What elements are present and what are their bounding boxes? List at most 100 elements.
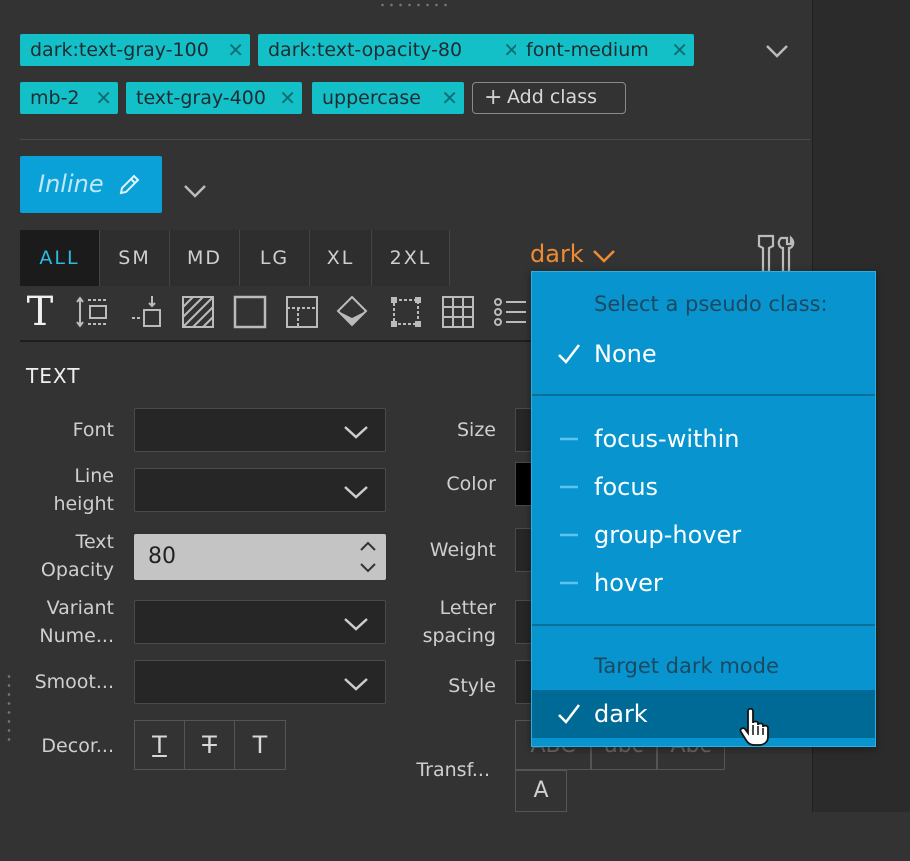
class-tag[interactable]: font-medium ✕: [516, 34, 694, 66]
option-label: focus-within: [594, 425, 740, 453]
option-label: focus: [594, 473, 659, 501]
line-through-button[interactable]: T: [185, 721, 235, 769]
breakpoint-tabs: ALL SM MD LG XL 2XL: [20, 230, 450, 286]
transform-label: Transf...: [416, 759, 490, 781]
pseudo-option-dark[interactable]: dark: [532, 690, 875, 738]
variant-numeric-label-2: Nume...: [39, 625, 114, 647]
plus-icon: +: [484, 85, 503, 110]
smoothing-select[interactable]: [134, 660, 386, 704]
font-select[interactable]: [134, 408, 386, 452]
close-icon[interactable]: ✕: [279, 82, 296, 114]
border-icon[interactable]: [230, 290, 270, 334]
line-height-select[interactable]: [134, 468, 386, 512]
pseudo-option-focus[interactable]: focus: [532, 463, 875, 511]
dark-mode-heading: Target dark mode: [594, 654, 779, 678]
variant-numeric-label-1: Variant: [46, 597, 114, 619]
chevron-down-icon: [344, 426, 368, 439]
add-class-button[interactable]: + Add class: [472, 82, 626, 114]
decoration-label: Decor...: [41, 735, 114, 757]
pseudo-option-focus-within[interactable]: focus-within: [532, 415, 875, 463]
close-icon[interactable]: ✕: [441, 82, 458, 114]
tab-sm[interactable]: SM: [100, 230, 170, 286]
variant-numeric-select[interactable]: [134, 600, 386, 644]
dropdown-heading: Select a pseudo class:: [594, 292, 828, 316]
pseudo-option-group-hover[interactable]: group-hover: [532, 511, 875, 559]
inline-edit-button[interactable]: Inline: [20, 156, 162, 213]
underline-button[interactable]: T: [135, 721, 185, 769]
spacing-icon[interactable]: [72, 290, 112, 334]
text-icon[interactable]: T: [20, 290, 60, 334]
chevron-down-icon: [344, 618, 368, 631]
tools-icon[interactable]: [755, 234, 797, 274]
option-label: hover: [594, 569, 663, 597]
style-label: Style: [448, 675, 496, 697]
tab-lg[interactable]: LG: [240, 230, 310, 286]
font-label: Font: [72, 419, 114, 441]
divider: [532, 394, 875, 396]
list-icon[interactable]: [490, 290, 530, 334]
line-height-label-2: height: [53, 493, 114, 515]
check-icon: [558, 344, 580, 364]
text-opacity-label-2: Opacity: [40, 559, 114, 581]
divider: [532, 624, 875, 626]
pencil-icon: [119, 174, 140, 195]
class-tag-label: mb-2: [30, 87, 80, 109]
pseudo-option-none[interactable]: None: [532, 330, 875, 378]
class-tag-label: text-gray-400: [136, 87, 266, 109]
color-label: Color: [446, 473, 496, 495]
class-tag[interactable]: text-gray-400 ✕: [126, 82, 302, 114]
option-label: None: [594, 340, 657, 368]
section-title: TEXT: [26, 364, 81, 388]
close-icon[interactable]: ✕: [95, 82, 112, 114]
chevron-down-icon: [593, 250, 615, 263]
effects-icon[interactable]: [332, 290, 372, 334]
class-tag[interactable]: dark:text-gray-100 ✕: [20, 34, 250, 66]
tab-2xl[interactable]: 2XL: [372, 230, 450, 286]
class-tag[interactable]: mb-2 ✕: [20, 82, 118, 114]
pseudo-class-dropdown: Select a pseudo class: None focus-within…: [531, 271, 876, 747]
chevron-down-icon[interactable]: [182, 178, 208, 204]
hand-cursor-icon: [739, 707, 769, 746]
close-icon[interactable]: ✕: [227, 34, 244, 66]
option-label: group-hover: [594, 521, 742, 549]
normal-case-button[interactable]: A: [515, 770, 567, 812]
divider: [20, 139, 810, 140]
tab-xl[interactable]: XL: [310, 230, 372, 286]
tab-md[interactable]: MD: [170, 230, 240, 286]
chevron-down-icon[interactable]: [764, 38, 790, 64]
pseudo-option-hover[interactable]: hover: [532, 559, 875, 607]
close-icon[interactable]: ✕: [671, 34, 688, 66]
stepper-icon[interactable]: [358, 540, 378, 574]
class-tag-label: uppercase: [322, 87, 421, 109]
pseudo-toggle-label: dark: [530, 240, 584, 268]
side-resize-handle[interactable]: [6, 672, 12, 744]
inline-label: Inline: [38, 170, 104, 198]
no-decoration-button[interactable]: T: [235, 721, 285, 769]
tab-all[interactable]: ALL: [20, 230, 100, 286]
dash-icon: [560, 485, 578, 489]
pseudo-class-toggle[interactable]: dark: [530, 240, 615, 268]
margin-icon[interactable]: [128, 290, 168, 334]
add-class-label: Add class: [507, 86, 597, 108]
background-icon[interactable]: [178, 290, 218, 334]
grid-icon[interactable]: [438, 290, 478, 334]
dash-icon: [560, 437, 578, 441]
class-tag[interactable]: dark:text-opacity-80 ✕: [258, 34, 526, 66]
smoothing-label: Smoot...: [34, 671, 114, 693]
text-opacity-input[interactable]: 80: [134, 534, 386, 580]
text-opacity-label-1: Text: [75, 531, 114, 553]
line-through-label: T: [202, 731, 217, 759]
line-height-label-1: Line: [74, 465, 114, 487]
dash-icon: [560, 533, 578, 537]
class-tag[interactable]: uppercase ✕: [312, 82, 464, 114]
check-icon: [558, 704, 580, 724]
normal-case-label: A: [533, 778, 549, 803]
panel-drag-handle[interactable]: [378, 2, 450, 8]
size-label: Size: [456, 419, 496, 441]
dash-icon: [560, 581, 578, 585]
decoration-options: T T T: [134, 720, 286, 770]
chevron-down-icon: [344, 678, 368, 691]
layout-icon[interactable]: [282, 290, 322, 334]
transform-icon[interactable]: [386, 290, 426, 334]
chevron-down-icon: [344, 486, 368, 499]
